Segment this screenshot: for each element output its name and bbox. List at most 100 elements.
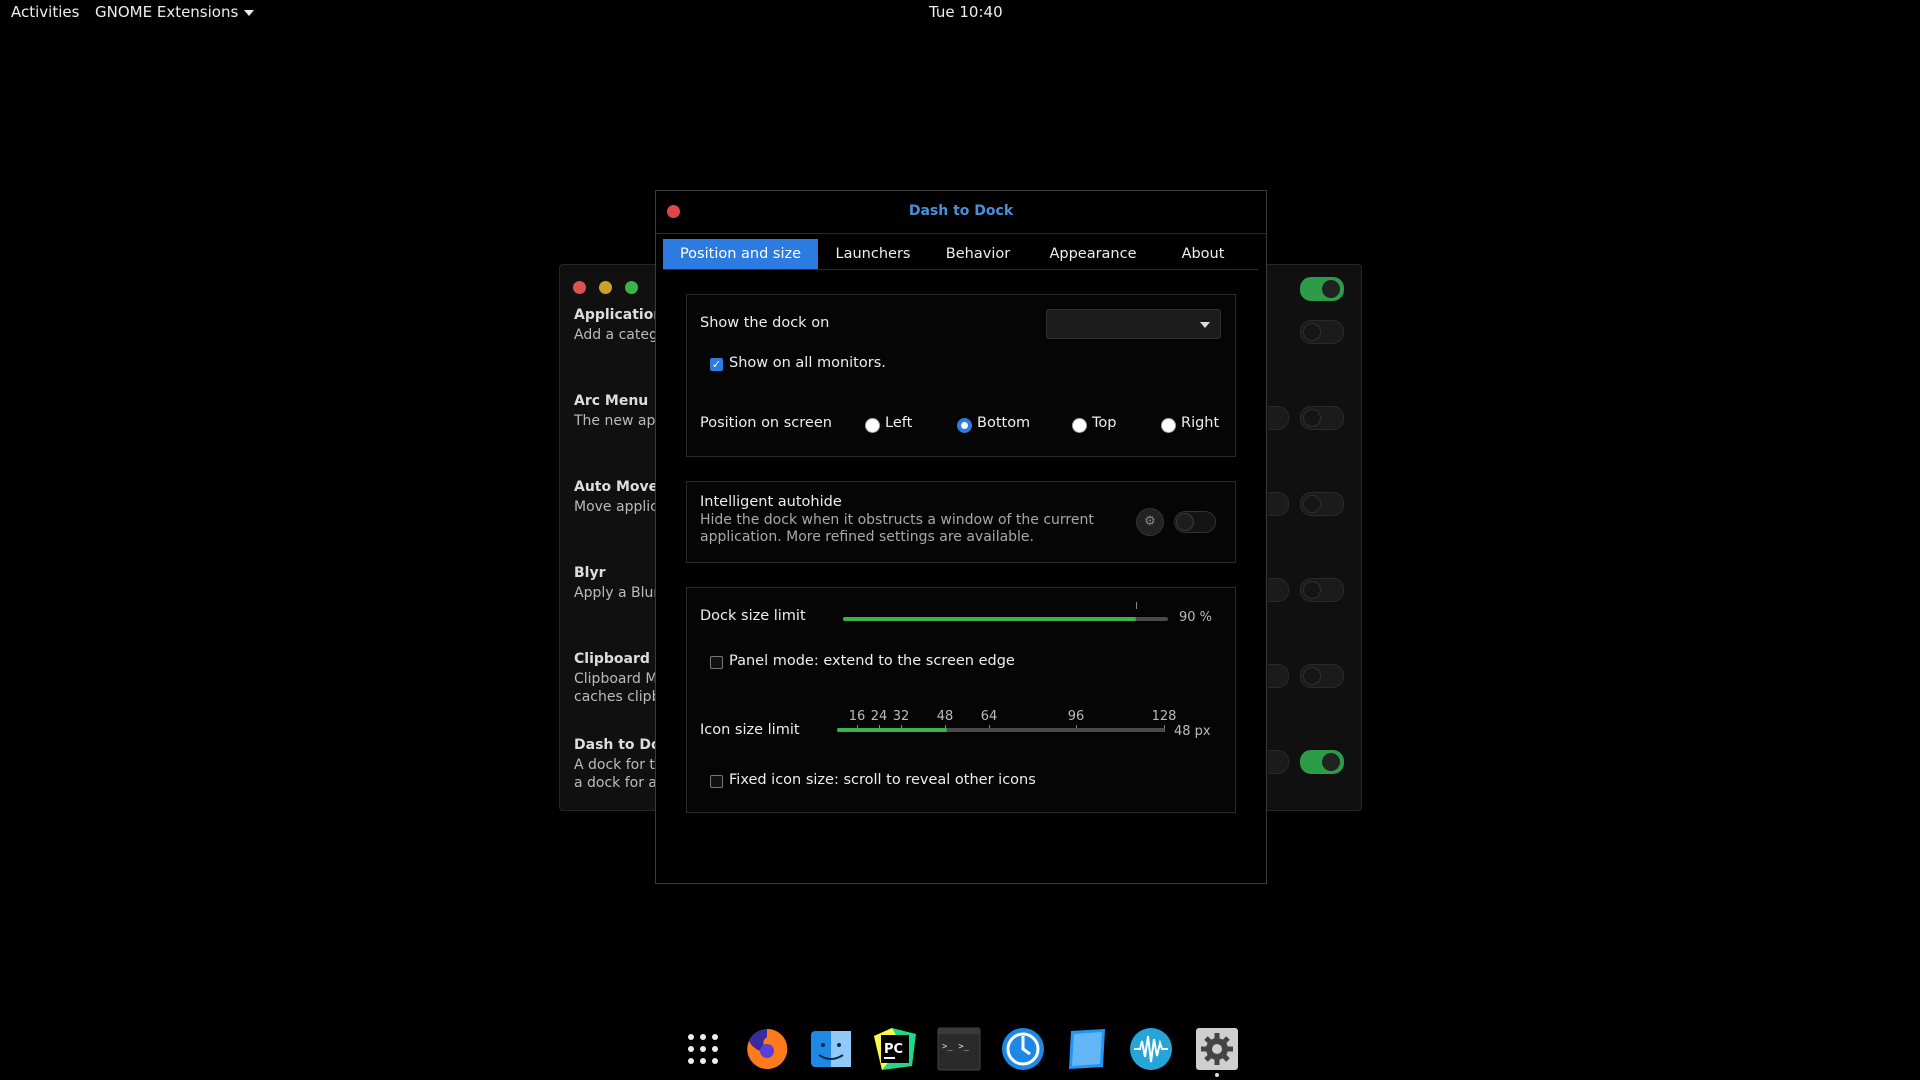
extension-toggle[interactable] — [1300, 578, 1344, 602]
radio-bottom-label: Bottom — [977, 415, 1031, 431]
app-menu[interactable]: GNOME Extensions — [95, 3, 255, 21]
extension-desc: a dock for ar — [574, 775, 663, 791]
extension-desc: Clipboard M — [574, 671, 658, 687]
autohide-toggle[interactable] — [1174, 511, 1216, 533]
dock-size-value: 90 % — [1179, 610, 1213, 625]
pycharm-icon: PC — [874, 1028, 916, 1070]
icon-size-mark: 48 — [936, 709, 954, 724]
position-on-screen-label: Position on screen — [700, 415, 832, 431]
extension-row[interactable]: Application Add a categ — [574, 307, 664, 344]
extension-desc: A dock for th — [574, 757, 664, 773]
tab-appearance[interactable]: Appearance — [1033, 239, 1153, 269]
activities-button[interactable]: Activities — [11, 3, 79, 21]
autohide-group: Intelligent autohide Hide the dock when … — [686, 481, 1236, 563]
minimize-window-button[interactable] — [599, 281, 612, 294]
fixed-icon-size-checkbox[interactable] — [710, 775, 723, 788]
extension-row[interactable]: Arc Menu The new app — [574, 393, 664, 430]
radio-right-label: Right — [1181, 415, 1220, 431]
header-divider — [656, 233, 1266, 234]
slider-tick — [1135, 602, 1137, 609]
extension-toggle[interactable] — [1300, 750, 1344, 774]
app-menu-label: GNOME Extensions — [95, 3, 239, 21]
dock-size-slider[interactable] — [843, 617, 1168, 621]
finder-launcher[interactable] — [808, 1026, 854, 1072]
icon-size-mark: 64 — [980, 709, 998, 724]
clock[interactable]: Tue 10:40 — [929, 3, 1003, 21]
size-group: Dock size limit 90 % Panel mode: extend … — [686, 587, 1236, 813]
tab-launchers[interactable]: Launchers — [823, 239, 923, 269]
running-indicator — [1215, 1073, 1219, 1077]
show-all-monitors-checkbox[interactable]: ✓ — [710, 358, 723, 371]
extension-toggle[interactable] — [1300, 492, 1344, 516]
radio-top-label: Top — [1092, 415, 1117, 431]
extension-name: Application — [574, 307, 664, 323]
extension-row[interactable]: Blyr Apply a Blur — [574, 565, 664, 602]
tab-behavior[interactable]: Behavior — [928, 239, 1028, 269]
extension-name: Auto Move — [574, 479, 659, 495]
autohide-desc-line2: application. More refined settings are a… — [700, 529, 1034, 545]
caret-down-icon — [244, 9, 255, 16]
position-group: Show the dock on ✓ Show on all monitors.… — [686, 294, 1236, 457]
firefox-launcher[interactable] — [744, 1026, 790, 1072]
extension-desc: Add a categ — [574, 327, 658, 343]
autohide-settings-button[interactable]: ⚙ — [1136, 508, 1164, 536]
checkmark-icon: ✓ — [711, 358, 722, 371]
extension-toggle[interactable] — [1300, 406, 1344, 430]
radio-top[interactable] — [1072, 418, 1087, 433]
extension-desc: The new app — [574, 413, 664, 429]
settings-launcher[interactable] — [1194, 1026, 1240, 1072]
icon-size-limit-label: Icon size limit — [700, 722, 800, 738]
extension-row[interactable]: Dash to Doc A dock for th a dock for ar — [574, 737, 664, 792]
extension-settings-button[interactable] — [1268, 664, 1289, 688]
toggle-knob — [1176, 513, 1194, 531]
pycharm-launcher[interactable]: PC — [872, 1026, 918, 1072]
autohide-title: Intelligent autohide — [700, 494, 842, 510]
fixed-icon-size-label: Fixed icon size: scroll to reveal other … — [729, 772, 1036, 788]
autohide-desc-line1: Hide the dock when it obstructs a window… — [700, 512, 1094, 528]
top-bar: Activities GNOME Extensions Tue 10:40 — [0, 0, 1920, 24]
icon-size-slider[interactable] — [837, 728, 1165, 732]
terminal-icon: >_ >_ — [937, 1027, 981, 1071]
show-apps-button[interactable] — [680, 1026, 726, 1072]
extension-name: Dash to Doc — [574, 737, 664, 753]
radio-right[interactable] — [1161, 418, 1176, 433]
tab-position-and-size[interactable]: Position and size — [663, 239, 818, 269]
tab-about[interactable]: About — [1158, 239, 1248, 269]
clock-app-launcher[interactable] — [1000, 1026, 1046, 1072]
extension-name: Clipboard In — [574, 651, 664, 667]
extensions-master-toggle[interactable] — [1300, 277, 1344, 301]
extension-toggle[interactable] — [1300, 320, 1344, 344]
svg-text:>_ >_: >_ >_ — [942, 1042, 970, 1052]
panel-mode-checkbox[interactable] — [710, 656, 723, 669]
extension-settings-button[interactable] — [1268, 578, 1289, 602]
icon-size-mark: 96 — [1067, 709, 1085, 724]
icon-size-mark: 24 — [870, 709, 888, 724]
dash-to-dock-dialog: Dash to Dock Position and size Launchers… — [655, 190, 1267, 884]
toggle-knob — [1303, 323, 1321, 341]
tab-bar: Position and size Launchers Behavior App… — [663, 239, 1258, 270]
audio-launcher[interactable] — [1128, 1026, 1174, 1072]
extension-settings-button[interactable] — [1268, 406, 1289, 430]
icon-size-mark: 32 — [892, 709, 910, 724]
finder-icon — [811, 1031, 851, 1067]
extension-row[interactable]: Clipboard In Clipboard M caches clipb — [574, 651, 664, 706]
maximize-window-button[interactable] — [625, 281, 638, 294]
extension-toggle[interactable] — [1300, 664, 1344, 688]
close-window-button[interactable] — [573, 281, 586, 294]
radio-bottom[interactable] — [957, 418, 972, 433]
terminal-launcher[interactable]: >_ >_ — [936, 1026, 982, 1072]
toggle-knob — [1303, 667, 1321, 685]
extension-settings-button[interactable] — [1268, 750, 1289, 774]
radio-left[interactable] — [865, 418, 880, 433]
extension-row[interactable]: Auto Move Move applic — [574, 479, 664, 516]
dock-size-limit-label: Dock size limit — [700, 608, 806, 624]
show-dock-on-label: Show the dock on — [700, 315, 830, 331]
notes-launcher[interactable] — [1064, 1026, 1110, 1072]
toggle-knob — [1303, 409, 1321, 427]
icon-size-value: 48 px — [1174, 724, 1211, 739]
extension-settings-button[interactable] — [1268, 492, 1289, 516]
monitor-dropdown[interactable] — [1046, 309, 1221, 339]
settings-icon — [1196, 1028, 1238, 1070]
panel-mode-label: Panel mode: extend to the screen edge — [729, 653, 1015, 669]
icon-size-mark: 128 — [1151, 709, 1177, 724]
